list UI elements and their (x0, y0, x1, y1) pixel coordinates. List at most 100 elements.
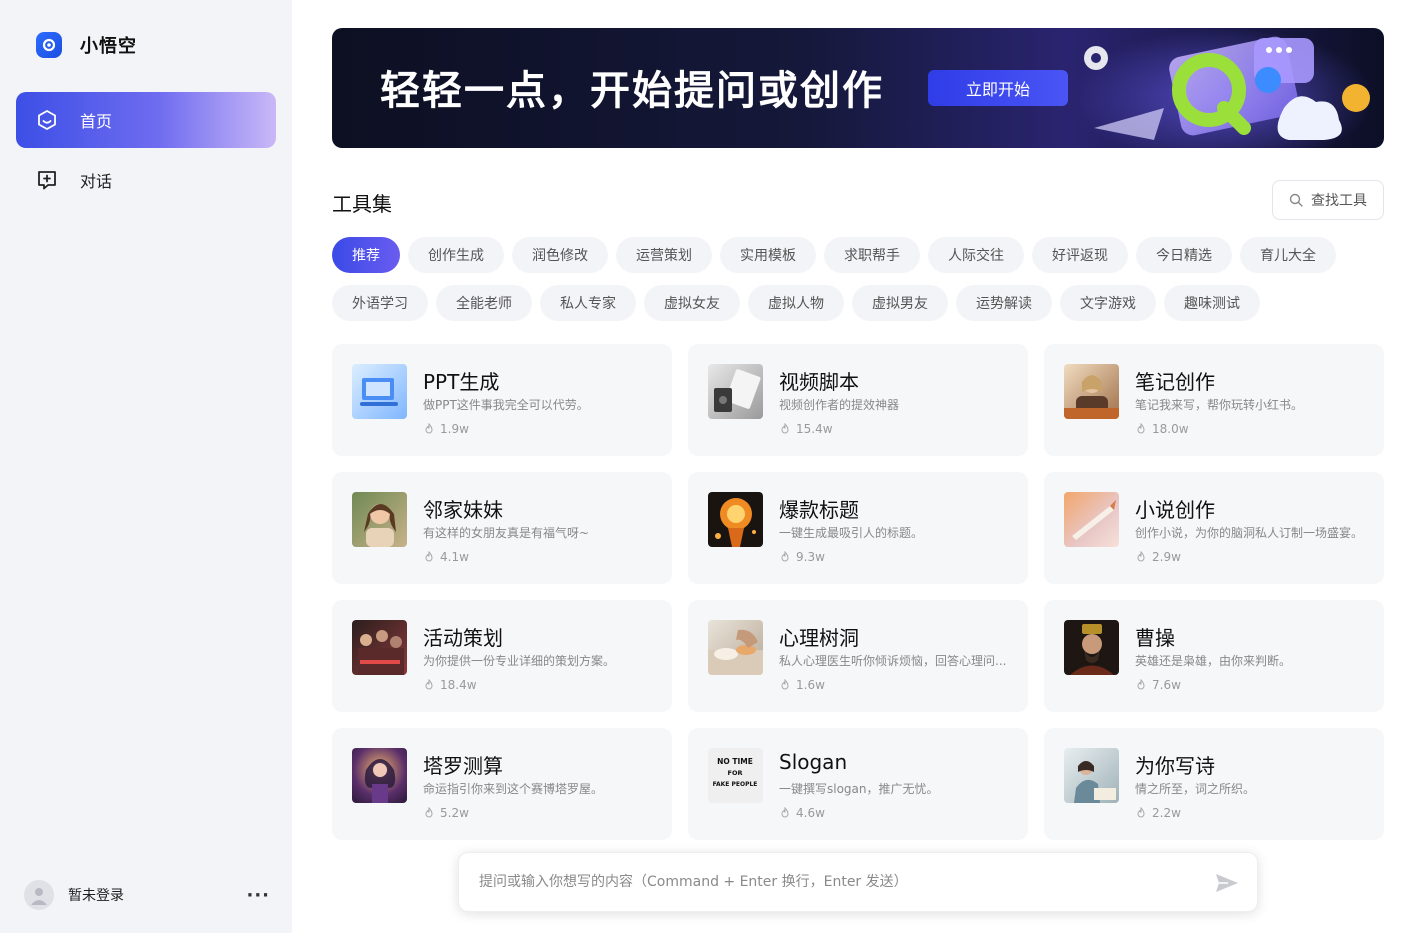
start-button[interactable]: 立即开始 (928, 70, 1068, 106)
tag-social[interactable]: 人际交往 (928, 237, 1024, 273)
fire-icon (425, 679, 433, 690)
tool-card-event-planning[interactable]: 活动策划 为你提供一份专业详细的策划方案。 18.4w (332, 600, 672, 712)
tool-card-cao-cao[interactable]: 曹操 英雄还是枭雄，由你来判断。 7.6w (1044, 600, 1384, 712)
tag-reviews[interactable]: 好评返现 (1032, 237, 1128, 273)
fire-icon (425, 551, 433, 562)
tag-parenting[interactable]: 育儿大全 (1240, 237, 1336, 273)
card-title: 笔记创作 (1135, 370, 1215, 394)
tag-expert[interactable]: 私人专家 (540, 285, 636, 321)
fire-icon (1137, 551, 1145, 562)
usage-count-value: 5.2w (440, 806, 469, 820)
tag-teacher[interactable]: 全能老师 (436, 285, 532, 321)
ppt-thumbnail (352, 364, 407, 419)
card-description: 笔记我来写，帮你玩转小红书。 (1135, 398, 1304, 412)
fire-icon (425, 807, 433, 818)
usage-count-value: 18.4w (440, 678, 477, 692)
card-usage-count: 18.4w (423, 678, 477, 692)
usage-count-value: 15.4w (796, 422, 833, 436)
fire-icon (1137, 807, 1145, 818)
card-usage-count: 18.0w (1135, 422, 1189, 436)
tag-fun-tests[interactable]: 趣味测试 (1164, 285, 1260, 321)
nav-item-chat-label: 对话 (80, 172, 113, 191)
card-usage-count: 1.6w (779, 678, 825, 692)
tool-card-viral-title[interactable]: 爆款标题 一键生成最吸引人的标题。 9.3w (688, 472, 1028, 584)
novel-thumbnail (1064, 492, 1119, 547)
card-title: 邻家妹妹 (423, 498, 503, 522)
tag-operations[interactable]: 运营策划 (616, 237, 712, 273)
tag-templates[interactable]: 实用模板 (720, 237, 816, 273)
card-description: 私人心理医生听你倾诉烦恼，回答心理问... (779, 654, 1007, 668)
tag-virtual-character[interactable]: 虚拟人物 (748, 285, 844, 321)
tool-card-mind-hollow[interactable]: 心理树洞 私人心理医生听你倾诉烦恼，回答心理问... 1.6w (688, 600, 1028, 712)
tool-card-notes[interactable]: 笔记创作 笔记我来写，帮你玩转小红书。 18.0w (1044, 344, 1384, 456)
tool-card-poem[interactable]: 为你写诗 情之所至，词之所织。 2.2w (1044, 728, 1384, 840)
card-title: Slogan (779, 750, 848, 774)
tool-card-neighbor-sister[interactable]: 邻家妹妹 有这样的女朋友真是有福气呀~ 4.1w (332, 472, 672, 584)
card-usage-count: 7.6w (1135, 678, 1181, 692)
card-usage-count: 2.2w (1135, 806, 1181, 820)
tag-virtual-boyfriend[interactable]: 虚拟男友 (852, 285, 948, 321)
brand[interactable]: 小悟空 (36, 32, 137, 58)
mind-hollow-thumbnail (708, 620, 763, 675)
tag-recommend[interactable]: 推荐 (332, 237, 400, 273)
card-title: 塔罗测算 (423, 754, 503, 778)
card-title: 小说创作 (1135, 498, 1215, 522)
tool-card-tarot[interactable]: 塔罗测算 命运指引你来到这个赛博塔罗屋。 5.2w (332, 728, 672, 840)
tarot-thumbnail (352, 748, 407, 803)
tool-card-video-script[interactable]: 视频脚本 视频创作者的提效神器 15.4w (688, 344, 1028, 456)
card-description: 英雄还是枭雄，由你来判断。 (1135, 654, 1292, 668)
tag-languages[interactable]: 外语学习 (332, 285, 428, 321)
tool-card-slogan[interactable]: NO TIME FOR FAKE PEOPLE Slogan 一键撰写sloga… (688, 728, 1028, 840)
card-description: 视频创作者的提效神器 (779, 398, 900, 412)
tool-card-ppt[interactable]: PPT生成 做PPT这件事我完全可以代劳。 1.9w (332, 344, 672, 456)
card-usage-count: 1.9w (423, 422, 469, 436)
card-description: 命运指引你来到这个赛博塔罗屋。 (423, 782, 604, 796)
tag-virtual-girlfriend[interactable]: 虚拟女友 (644, 285, 740, 321)
more-menu-icon[interactable]: ··· (246, 885, 270, 906)
tag-fortune[interactable]: 运势解读 (956, 285, 1052, 321)
card-title: 活动策划 (423, 626, 503, 650)
nav-item-chat[interactable]: 对话 (16, 152, 276, 208)
slogan-thumb-line-3: FAKE PEOPLE (713, 781, 758, 788)
usage-count-value: 4.6w (796, 806, 825, 820)
search-tools-button[interactable]: 查找工具 (1272, 180, 1384, 220)
hero-banner[interactable]: 轻轻一点，开始提问或创作 立即开始 (332, 28, 1384, 148)
prompt-input[interactable] (479, 853, 1199, 911)
tool-card-novel[interactable]: 小说创作 创作小说，为你的脑洞私人订制一场盛宴。 2.9w (1044, 472, 1384, 584)
tag-job-helper[interactable]: 求职帮手 (824, 237, 920, 273)
home-hexagon-icon (38, 109, 56, 131)
user-icon (31, 888, 47, 905)
tools-section-title: 工具集 (332, 192, 392, 216)
fire-icon (781, 551, 789, 562)
composer (458, 852, 1258, 912)
card-title: 视频脚本 (779, 370, 859, 394)
usage-count-value: 1.6w (796, 678, 825, 692)
usage-count-value: 1.9w (440, 422, 469, 436)
app-logo-icon (36, 32, 62, 58)
card-usage-count: 15.4w (779, 422, 833, 436)
card-description: 一键撰写slogan，推广无忧。 (779, 782, 939, 796)
tag-creation[interactable]: 创作生成 (408, 237, 504, 273)
video-script-thumbnail (708, 364, 763, 419)
sidebar: 小悟空 首页 对话 暂未登录 ··· (0, 0, 292, 933)
slogan-thumb-line-2: FOR (728, 769, 743, 777)
card-title: PPT生成 (423, 370, 500, 394)
banner-illustration-icon (1074, 28, 1374, 148)
card-usage-count: 4.1w (423, 550, 469, 564)
card-usage-count: 2.9w (1135, 550, 1181, 564)
tag-word-games[interactable]: 文字游戏 (1060, 285, 1156, 321)
banner-title: 轻轻一点，开始提问或创作 (380, 68, 884, 114)
avatar[interactable] (24, 880, 54, 910)
user-name[interactable]: 暂未登录 (68, 885, 246, 905)
slogan-thumbnail: NO TIME FOR FAKE PEOPLE (708, 748, 763, 803)
nav-item-home[interactable]: 首页 (16, 92, 276, 148)
user-row[interactable]: 暂未登录 ··· (24, 878, 270, 912)
usage-count-value: 9.3w (796, 550, 825, 564)
cao-cao-thumbnail (1064, 620, 1119, 675)
send-button[interactable] (1213, 869, 1241, 897)
chat-plus-icon (38, 171, 56, 190)
tag-daily-picks[interactable]: 今日精选 (1136, 237, 1232, 273)
viral-title-thumbnail (708, 492, 763, 547)
tag-polish[interactable]: 润色修改 (512, 237, 608, 273)
card-usage-count: 5.2w (423, 806, 469, 820)
